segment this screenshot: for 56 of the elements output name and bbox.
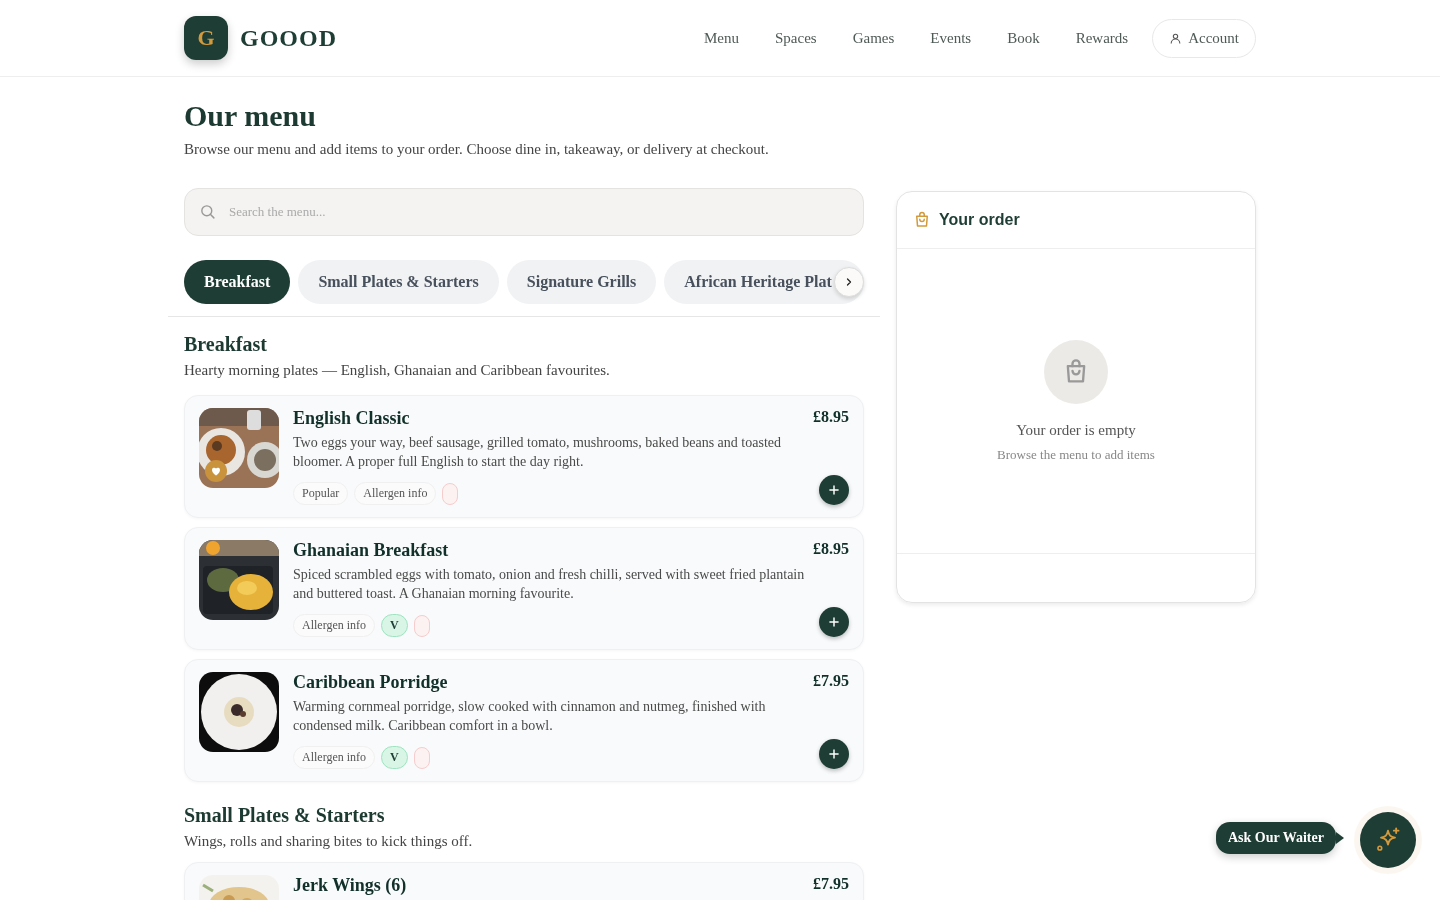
item-name: Ghanaian Breakfast (293, 540, 449, 561)
user-icon (1169, 31, 1183, 45)
plus-icon (827, 483, 841, 497)
brand-name: GOOOD (240, 24, 337, 52)
logo-icon[interactable]: G (184, 16, 228, 60)
sparkle-icon (1374, 826, 1402, 854)
item-price: £7.95 (813, 672, 849, 691)
info-tag: Allergen info (293, 746, 376, 769)
empty-title: Your order is empty (1016, 421, 1136, 439)
nav-link[interactable]: Menu (692, 21, 751, 55)
item-name: English Classic (293, 408, 410, 429)
empty-tag (413, 746, 430, 769)
bag-icon (913, 211, 931, 229)
nav-link[interactable]: Spaces (763, 21, 829, 55)
empty-tag (442, 482, 459, 505)
page-title: Our menu (184, 99, 317, 133)
waiter-tooltip: Ask Our Waiter (1216, 822, 1336, 854)
item-description: Warming cornmeal porridge, slow cooked with cinnamon and nutmeg, finished with condensed milk. Caribbean comfort in a bowl. (293, 698, 767, 735)
page-subtitle: Browse our menu and add items to your order. Choose dine in, takeaway, or delivery at checkout. (184, 141, 770, 158)
plus-icon (827, 615, 841, 629)
add-button[interactable] (819, 607, 849, 637)
add-button[interactable] (819, 475, 849, 505)
nav-link[interactable]: Events (918, 21, 984, 55)
nav-link[interactable]: Games (840, 21, 907, 55)
category-tab[interactable]: Signature Grills (506, 260, 657, 304)
info-tag: Allergen info (293, 614, 376, 637)
vegetarian-tag: V (381, 746, 408, 769)
item-description: Spiced scrambled eggs with tomato, onion and fresh chilli, served with sweet fried plantain and buttered toast. A Ghanaian morning favourite. (293, 566, 806, 603)
nav-link[interactable]: Book (995, 21, 1052, 55)
item-name: Caribbean Porridge (293, 672, 448, 693)
plus-icon (827, 747, 841, 761)
tooltip-pointer (1335, 832, 1344, 844)
empty-tag (413, 614, 430, 637)
section-description: Wings, rolls and sharing bites to kick things off. (184, 833, 474, 850)
vegetarian-tag: V (381, 614, 408, 637)
account-button[interactable]: Account (1152, 18, 1256, 58)
item-name: Jerk Wings (6) (293, 875, 407, 896)
search-field[interactable]: Search the menu... (184, 188, 864, 236)
info-tag: Allergen info (354, 482, 437, 505)
item-price: £8.95 (813, 540, 849, 559)
add-button[interactable] (819, 739, 849, 769)
nav-link[interactable]: Rewards (1063, 21, 1141, 55)
category-tab[interactable]: Breakfast (184, 260, 291, 304)
empty-hint: Browse the menu to add items (997, 446, 1155, 463)
item-description: Two eggs your way, beef sausage, grilled tomato, mushrooms, baked beans and toasted bloomer. A proper full English to start the day right. (293, 434, 782, 471)
item-price: £8.95 (813, 408, 849, 427)
section-title: Breakfast (184, 333, 268, 356)
search-icon (199, 203, 216, 220)
item-price: £7.95 (813, 875, 849, 894)
order-title: Your order (939, 211, 1020, 229)
section-description: Hearty morning plates — English, Ghanaian and Caribbean favourites. (184, 362, 611, 379)
section-title: Small Plates & Starters (184, 804, 386, 827)
assistant-button[interactable] (1360, 812, 1416, 868)
category-tab[interactable]: Small Plates & Starters (298, 260, 499, 304)
heart-icon (210, 465, 222, 477)
info-tag: Popular (293, 482, 349, 505)
